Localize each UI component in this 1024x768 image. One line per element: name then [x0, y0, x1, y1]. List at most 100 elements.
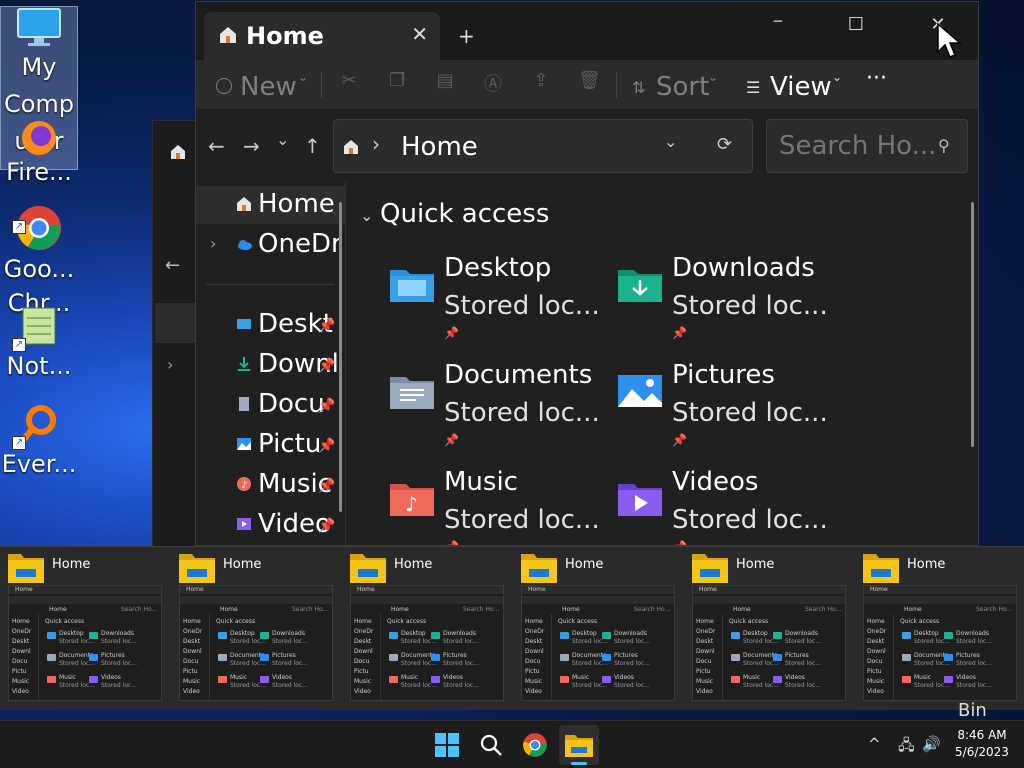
quick-access-item[interactable]: ♪ Music Stored loc... 📌 [390, 466, 610, 545]
sort-button[interactable]: Sort [656, 72, 709, 102]
title-bar: Home ✕ + ─ ☐ ✕ [196, 2, 978, 60]
file-explorer-icon [521, 554, 557, 583]
thumbnail-preview[interactable]: Home Home Home Search Ho... Home OneDr Deskt Do… [171, 547, 342, 711]
forward-button[interactable]: → [243, 134, 260, 158]
file-explorer-window[interactable]: Home ✕ + ─ ☐ ✕ New ⌄ ✂ ❐ ▤ Ⓐ ⇪ 🗑 ⇅ Sort … [195, 1, 979, 546]
chevron-down-icon: ⌄ [298, 70, 309, 84]
thumbnail-window-preview: Home Home Search Ho... Home OneDr Deskt Downl D… [350, 585, 504, 701]
mini-tile-sub: Stored loc... [101, 660, 137, 667]
quick-access-header[interactable]: ⌄ Quick access [360, 199, 549, 229]
nav-item-videos[interactable]: Video 📌 [196, 506, 345, 544]
thumbnail-preview[interactable]: Home Home Home Search Ho... Home OneDr Deskt Do… [0, 547, 171, 711]
mini-nav-item: Home [696, 618, 714, 625]
share-icon[interactable]: ⇪ [530, 70, 552, 92]
nav-item-music[interactable]: ♪ Music 📌 [196, 466, 345, 504]
paste-icon[interactable]: ▤ [434, 70, 456, 92]
nav-item-desktop[interactable]: Deskt 📌 [196, 306, 345, 344]
mini-tile-sub: Stored loc... [614, 682, 650, 689]
delete-icon[interactable]: 🗑 [578, 70, 601, 92]
music-folder-icon: ♪ [390, 484, 434, 516]
downloads-icon [238, 357, 250, 371]
desktop-icon-google-chrome[interactable]: ↗ Goo... Chr... [0, 204, 78, 317]
quick-access-item[interactable]: Documents Stored loc... 📌 [390, 359, 610, 459]
mini-nav-item: Deskt [696, 638, 714, 645]
refresh-button[interactable]: ⟳ [717, 134, 732, 155]
mini-folder-icon [89, 654, 98, 661]
clock[interactable]: 8:46 AM 5/6/2023 [952, 727, 1012, 761]
more-options-button[interactable]: ··· [866, 64, 887, 94]
new-button[interactable]: New [240, 72, 297, 102]
mini-search: Search Ho... [976, 606, 1013, 613]
mini-tile-sub: Stored loc... [401, 682, 437, 689]
rename-icon[interactable]: Ⓐ [482, 70, 504, 95]
recent-locations-button[interactable]: ⌄ [276, 130, 289, 149]
mini-tile-name: Desktop [914, 630, 939, 637]
mini-folder-icon [47, 632, 56, 639]
nav-item-documents[interactable]: Docu 📌 [196, 386, 345, 424]
quick-access-item[interactable]: Desktop Stored loc... 📌 [390, 252, 610, 352]
desktop-icon-notepad[interactable]: ↗ Not... [0, 304, 78, 390]
thumbnail-preview[interactable]: Home Home Home Search Ho... Home OneDr Deskt Do… [513, 547, 684, 711]
mini-tile-name: Desktop [230, 630, 255, 637]
nav-item-home[interactable]: Home [196, 186, 345, 224]
mini-nav-item: Pictu [696, 668, 711, 675]
new-tab-button[interactable]: + [458, 24, 475, 48]
chrome-taskbar-button[interactable] [515, 725, 555, 765]
mini-tile-name: Videos [101, 674, 121, 681]
mini-search: Search Ho... [634, 606, 671, 613]
chevron-down-icon: ⌄ [360, 206, 374, 225]
thumbnail-preview[interactable]: Home Home Home Search Ho... Home OneDr Deskt Do… [684, 547, 855, 711]
mini-folder-icon [731, 676, 740, 683]
desktop-icon-everything[interactable]: ↗ Ever... [0, 402, 78, 488]
quick-access-item[interactable]: Pictures Stored loc... 📌 [618, 359, 838, 459]
tab-close-icon[interactable]: ✕ [411, 22, 428, 46]
quick-access-item[interactable]: Videos Stored loc... 📌 [618, 466, 838, 545]
clock-date: 5/6/2023 [955, 745, 1009, 759]
start-button[interactable] [427, 725, 467, 765]
address-bar[interactable]: › Home ⌄ ⟳ [333, 119, 753, 173]
thumbnail-title: Home [736, 557, 775, 572]
mini-nav-item: Docu [867, 658, 883, 665]
file-explorer-taskbar-button[interactable] [559, 725, 599, 765]
address-dropdown-button[interactable]: ⌄ [664, 132, 677, 151]
network-icon[interactable]: 🖧 [898, 735, 915, 760]
maximize-button[interactable]: ☐ [836, 14, 876, 38]
mini-tile-name: Music [401, 674, 419, 681]
mini-toolbar [693, 596, 845, 604]
tab-home[interactable]: Home ✕ [204, 12, 440, 60]
quick-access-content: ⌄ Quick access Desktop Stored loc... 📌 D… [354, 182, 976, 545]
copy-icon[interactable]: ❐ [386, 70, 408, 92]
thumbnail-preview[interactable]: Home Home Home Search Ho... Home OneDr Deskt Do… [342, 547, 513, 711]
thumbnail-title: Home [394, 557, 433, 572]
breadcrumb-home[interactable]: Home [401, 132, 478, 162]
nav-item-downloads[interactable]: Downl 📌 [196, 346, 345, 384]
mini-toolbar [864, 596, 1016, 604]
search-button[interactable] [471, 725, 511, 765]
nav-pane-scrollbar[interactable] [339, 202, 342, 512]
nav-item-onedrive[interactable]: › OneDr [196, 226, 345, 264]
pin-icon: 📌 [672, 326, 687, 340]
mini-tile-sub: Stored loc... [272, 638, 308, 645]
mini-address: Home [562, 606, 580, 613]
content-scrollbar[interactable] [971, 202, 974, 447]
nav-item-pictures[interactable]: Pictu 📌 [196, 426, 345, 464]
chrome-icon [523, 733, 547, 757]
mini-nav-item: Home [525, 618, 543, 625]
pictures-icon [237, 438, 251, 450]
mini-folder-icon [944, 632, 953, 639]
mini-tile-name: Music [743, 674, 761, 681]
mini-folder-icon [902, 654, 911, 661]
back-button[interactable]: ← [208, 134, 225, 158]
desktop-icon-label: Not... [6, 352, 72, 380]
view-button[interactable]: View [770, 72, 832, 102]
address-row: ← → ⌄ ↑ › Home ⌄ ⟳ ⚲ [196, 110, 978, 182]
desktop-icon-firefox[interactable]: Fire... [0, 118, 78, 198]
up-button[interactable]: ↑ [304, 134, 321, 158]
quick-access-item[interactable]: Downloads Stored loc... 📌 [618, 252, 838, 352]
thumbnail-window-preview: Home Home Search Ho... Home OneDr Deskt Downl D… [179, 585, 333, 701]
thumbnail-preview[interactable]: Home Home Home Search Ho... Home OneDr Deskt Do… [855, 547, 1024, 711]
minimize-button[interactable]: ─ [758, 14, 798, 38]
cut-icon[interactable]: ✂ [338, 70, 360, 92]
show-hidden-icons-button[interactable]: ^ [868, 735, 881, 753]
volume-icon[interactable]: 🔊 [922, 735, 941, 753]
